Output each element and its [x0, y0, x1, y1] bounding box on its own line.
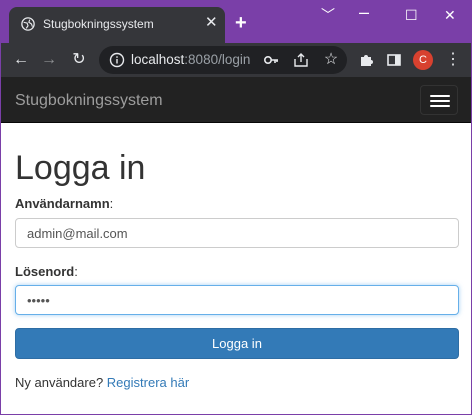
hamburger-icon: [430, 95, 450, 97]
share-icon[interactable]: [293, 50, 309, 70]
minimize-icon[interactable]: ﹀: [321, 7, 335, 23]
password-label: Lösenord:: [15, 264, 78, 279]
login-form: Logga in Användarnamn: Lösenord: Logga i…: [1, 123, 471, 414]
navbar-toggle-button[interactable]: [420, 85, 458, 115]
page-title: Logga in: [15, 149, 146, 187]
password-input[interactable]: [15, 285, 459, 315]
globe-icon: [21, 17, 35, 31]
url-text: localhost:8080/login: [131, 52, 250, 67]
maximize-icon[interactable]: ☐: [405, 7, 418, 23]
register-link[interactable]: Registrera här: [107, 375, 189, 390]
browser-toolbar: ← → ↻ localhost:8080/login ☆ C ⋮: [1, 43, 471, 77]
browser-tab[interactable]: Stugbokningssystem ✕: [9, 7, 225, 43]
url-path: :8080/login: [184, 52, 251, 67]
reload-icon[interactable]: ↻: [69, 50, 89, 70]
address-bar[interactable]: localhost:8080/login: [99, 46, 347, 74]
username-label: Användarnamn:: [15, 196, 114, 211]
menu-dots-icon[interactable]: ⋮: [443, 50, 463, 70]
password-label-text: Lösenord: [15, 264, 75, 279]
navbar-brand[interactable]: Stugbokningssystem: [15, 92, 163, 110]
login-button[interactable]: Logga in: [15, 328, 459, 359]
username-label-text: Användarnamn: [15, 196, 110, 211]
forward-icon[interactable]: →: [39, 50, 59, 70]
tab-title: Stugbokningssystem: [43, 17, 154, 31]
hamburger-icon-bar: [430, 100, 450, 102]
hamburger-icon-bar: [430, 105, 450, 107]
tab-strip: Stugbokningssystem ✕ + ﹀ – ☐ ✕: [1, 1, 471, 43]
profile-avatar[interactable]: C: [413, 50, 433, 70]
username-input[interactable]: [15, 218, 459, 248]
close-tab-icon[interactable]: ✕: [205, 15, 218, 31]
side-panel-icon[interactable]: [386, 50, 402, 70]
browser-window: Stugbokningssystem ✕ + ﹀ – ☐ ✕ ← → ↻ loc…: [0, 0, 472, 415]
new-user-text: Ny användare?: [15, 375, 104, 390]
minimize-button[interactable]: –: [359, 3, 369, 21]
register-prompt: Ny användare? Registrera här: [15, 375, 189, 390]
star-icon[interactable]: ☆: [321, 50, 341, 70]
back-icon[interactable]: ←: [11, 50, 31, 70]
site-navbar: Stugbokningssystem: [1, 77, 471, 123]
close-window-icon[interactable]: ✕: [444, 7, 456, 23]
url-host: localhost: [131, 52, 185, 67]
info-icon[interactable]: [109, 52, 125, 68]
key-icon[interactable]: [263, 50, 279, 70]
extensions-icon[interactable]: [358, 50, 374, 70]
new-tab-button[interactable]: +: [235, 13, 247, 33]
